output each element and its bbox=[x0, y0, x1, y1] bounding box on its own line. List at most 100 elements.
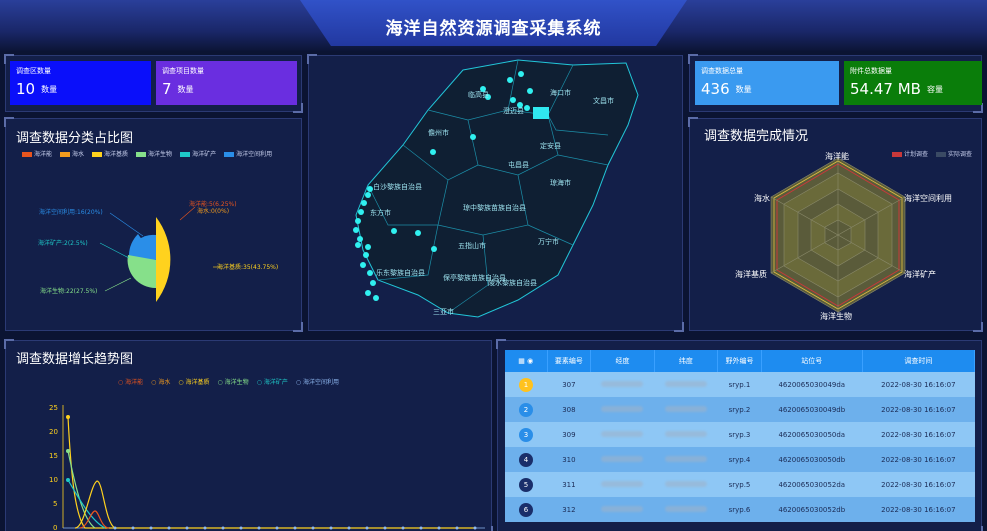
map-label-qionghai: 琼海市 bbox=[550, 178, 571, 187]
trend-ytick: 15 bbox=[49, 452, 58, 460]
pie-legend-space[interactable]: 海洋空间利用 bbox=[224, 149, 272, 158]
radar-axis-bio: 海洋生物 bbox=[820, 311, 852, 321]
header-bar: 海洋自然资源调查采集系统 bbox=[0, 0, 987, 52]
col-header-lng[interactable]: 经度 bbox=[590, 350, 655, 372]
pie-chart: 海洋能:5(6.25%) 海水:0(0%) 海洋基质:35(43.75%) 海洋… bbox=[38, 200, 278, 302]
trend-ytick: 0 bbox=[53, 524, 57, 531]
trend-legend-bio[interactable]: ○ 海洋生物 bbox=[218, 377, 249, 386]
table-toolbar[interactable]: ▦ ◉ bbox=[505, 350, 548, 372]
cell-field: sryp.3 bbox=[717, 422, 762, 447]
map-label-ledong: 乐东黎族自治县 bbox=[376, 268, 425, 277]
pie-legend-energy[interactable]: 海洋能 bbox=[22, 149, 52, 158]
hainan-map[interactable]: 临高县 海口市 文昌市 澄迈县 定安县 儋州市 屯昌县 琼海市 白沙黎族自治县 … bbox=[308, 55, 683, 331]
cell-lng bbox=[590, 472, 655, 497]
stat-project-label: 调查项目数量 bbox=[162, 67, 204, 75]
row-index-badge: 1 bbox=[519, 377, 533, 392]
cell-time: 2022-08-30 16:16:07 bbox=[862, 447, 975, 472]
cell-lng bbox=[590, 497, 655, 522]
pie-title: 调查数据分类占比图 bbox=[16, 131, 134, 146]
trend-ytick: 20 bbox=[49, 428, 58, 436]
trend-ytick: 10 bbox=[49, 476, 58, 484]
pie-label-bio: 海洋生物:22(27.5%) bbox=[40, 287, 97, 295]
trend-chart: 25 20 15 10 5 0 bbox=[49, 404, 485, 531]
stat-attachments: 附件总数据量 54.47 MB 容量 bbox=[844, 61, 982, 105]
radar-axis-substrate: 海洋基质 bbox=[735, 269, 767, 279]
map-label-baisha: 白沙黎族自治县 bbox=[373, 182, 422, 191]
cell-station: 4620065030049da bbox=[761, 372, 863, 397]
cell-lat bbox=[654, 472, 718, 497]
map-label-dongfang: 东方市 bbox=[370, 208, 391, 217]
pie-label-mineral: 海洋矿产:2(2.5%) bbox=[38, 239, 88, 247]
cell-lat bbox=[654, 497, 718, 522]
map-label-wanning: 万宁市 bbox=[538, 237, 559, 246]
trend-legend-energy[interactable]: ○ 海洋能 bbox=[118, 377, 143, 386]
stat-attach-label: 附件总数据量 bbox=[850, 67, 892, 75]
table-row[interactable]: 3 309 sryp.3 4620065030050da 2022-08-30 … bbox=[505, 422, 975, 447]
survey-data-table: ▦ ◉ 要素编号 经度 纬度 野外编号 站位号 调查时间 1 307 sryp.… bbox=[505, 350, 976, 522]
col-header-time[interactable]: 调查时间 bbox=[862, 350, 976, 372]
radar-chart: 海洋能 海洋空间利用 海洋矿产 海洋生物 海洋基质 海水 bbox=[735, 151, 952, 321]
pie-label-space: 海洋空间利用:16(20%) bbox=[39, 208, 103, 216]
map-label-haikou: 海口市 bbox=[550, 88, 571, 97]
cell-station: 4620065030049db bbox=[761, 397, 863, 422]
cell-field: sryp.4 bbox=[717, 447, 762, 472]
pie-legend-mineral[interactable]: 海洋矿产 bbox=[180, 149, 216, 158]
pie-legend: 海洋能 海水 海洋基质 海洋生物 海洋矿产 海洋空间利用 bbox=[22, 149, 272, 158]
cell-station: 4620065030052da bbox=[761, 472, 863, 497]
row-index-badge: 6 bbox=[519, 502, 533, 517]
stat-total-unit: 数量 bbox=[735, 85, 752, 94]
trend-legend-space[interactable]: ○ 海洋空间利用 bbox=[296, 377, 339, 386]
trend-legend-mineral[interactable]: ○ 海洋矿产 bbox=[257, 377, 288, 386]
col-header-lat[interactable]: 纬度 bbox=[654, 350, 719, 372]
trend-legend-water[interactable]: ○ 海水 bbox=[151, 377, 170, 386]
pie-legend-substrate[interactable]: 海洋基质 bbox=[92, 149, 128, 158]
radar-axis-energy: 海洋能 bbox=[825, 151, 849, 161]
table-row[interactable]: 4 310 sryp.4 4620065030050db 2022-08-30 … bbox=[505, 447, 975, 472]
cell-lng bbox=[590, 447, 655, 472]
map-label-wuzhishan: 五指山市 bbox=[458, 241, 486, 250]
col-header-id[interactable]: 要素编号 bbox=[547, 350, 592, 372]
cell-time: 2022-08-30 16:16:07 bbox=[862, 397, 975, 422]
pie-label-water: 海水:0(0%) bbox=[197, 207, 229, 215]
cell-lat bbox=[654, 447, 718, 472]
stat-project-unit: 数量 bbox=[177, 85, 194, 94]
cell-lat bbox=[654, 372, 718, 397]
cell-id: 310 bbox=[547, 447, 591, 472]
trend-title: 调查数据增长趋势图 bbox=[16, 352, 134, 367]
pie-legend-water[interactable]: 海水 bbox=[60, 149, 84, 158]
map-label-lingshui: 陵水黎族自治县 bbox=[488, 278, 537, 287]
radar-axis-water: 海水 bbox=[754, 193, 770, 203]
cell-field: sryp.5 bbox=[717, 472, 762, 497]
cell-lng bbox=[590, 372, 655, 397]
col-header-station[interactable]: 站位号 bbox=[761, 350, 863, 372]
map-label-qiongzhong: 琼中黎族苗族自治县 bbox=[463, 203, 526, 212]
map-label-lingao: 临高县 bbox=[468, 90, 489, 99]
stat-project-value: 7 bbox=[162, 80, 172, 98]
col-header-field[interactable]: 野外编号 bbox=[717, 350, 762, 372]
stat-area-count: 调查区数量 10 数量 bbox=[10, 61, 151, 105]
pie-label-substrate: 海洋基质:35(43.75%) bbox=[217, 263, 278, 271]
stat-attach-value: 54.47 MB bbox=[850, 80, 921, 98]
table-row[interactable]: 2 308 sryp.2 4620065030049db 2022-08-30 … bbox=[505, 397, 975, 422]
cell-id: 307 bbox=[547, 372, 591, 397]
table-row[interactable]: 1 307 sryp.1 4620065030049da 2022-08-30 … bbox=[505, 372, 975, 397]
stat-area-label: 调查区数量 bbox=[16, 67, 51, 75]
pie-label-energy: 海洋能:5(6.25%) bbox=[189, 200, 237, 208]
row-index-badge: 4 bbox=[519, 452, 533, 467]
cell-lat bbox=[654, 422, 718, 447]
trend-ytick: 5 bbox=[53, 500, 57, 508]
cell-lat bbox=[654, 397, 718, 422]
stat-project-count: 调查项目数量 7 数量 bbox=[156, 61, 297, 105]
cell-station: 4620065030050db bbox=[761, 447, 863, 472]
cell-id: 309 bbox=[547, 422, 591, 447]
trend-legend-substrate[interactable]: ○ 海洋基质 bbox=[178, 377, 209, 386]
cell-lng bbox=[590, 422, 655, 447]
trend-legend: ○ 海洋能 ○ 海水 ○ 海洋基质 ○ 海洋生物 ○ 海洋矿产 ○ 海洋空间利用 bbox=[118, 377, 339, 386]
cell-time: 2022-08-30 16:16:07 bbox=[862, 472, 975, 497]
table-row[interactable]: 5 311 sryp.5 4620065030052da 2022-08-30 … bbox=[505, 472, 975, 497]
table-row[interactable]: 6 312 sryp.6 4620065030052db 2022-08-30 … bbox=[505, 497, 975, 522]
pie-legend-bio[interactable]: 海洋生物 bbox=[136, 149, 172, 158]
pie-slice-bio bbox=[127, 255, 156, 289]
stat-attach-unit: 容量 bbox=[926, 85, 943, 94]
cell-field: sryp.6 bbox=[717, 497, 762, 522]
